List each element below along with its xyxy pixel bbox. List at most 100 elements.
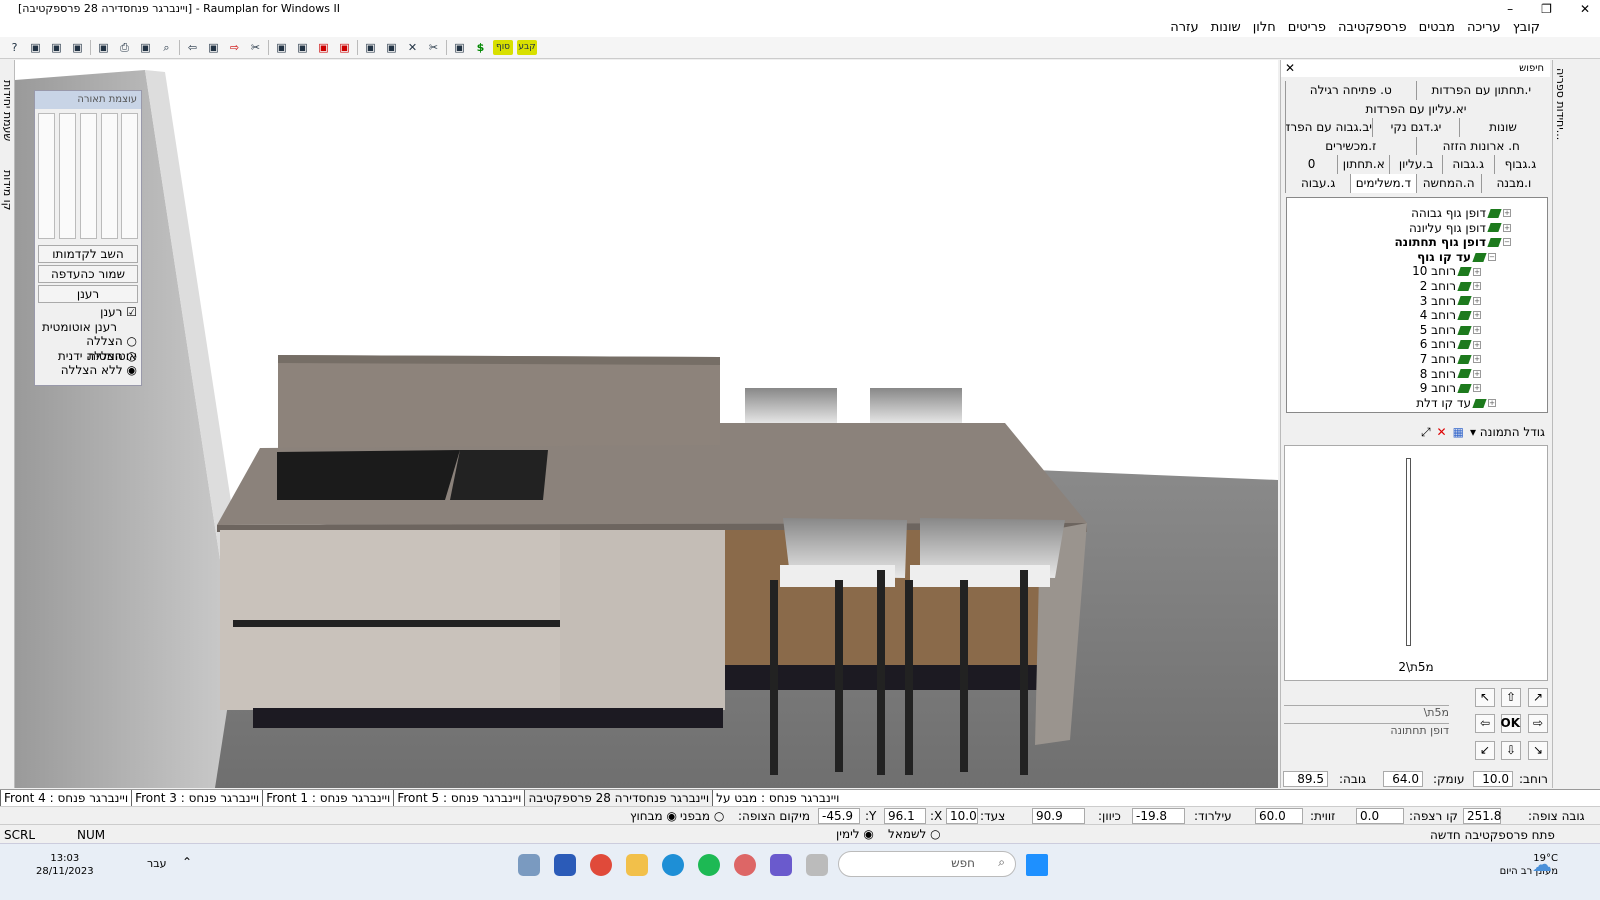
toolbar-end-button[interactable]: סוף	[493, 40, 513, 55]
ok-button[interactable]: OK	[1501, 714, 1521, 733]
export-icon[interactable]: ▣	[48, 40, 65, 55]
library-tab[interactable]: ב.עליון	[1389, 155, 1441, 174]
add-icon[interactable]: ▣	[383, 40, 400, 55]
cabinet2-icon[interactable]: ▣	[294, 40, 311, 55]
doc-tab[interactable]: ויינברגר פנחס : Front 3	[131, 790, 262, 806]
expand-icon[interactable]: +	[1473, 296, 1481, 305]
delete-icon[interactable]: ✕	[404, 40, 421, 55]
menu-misc[interactable]: שונות	[1211, 18, 1241, 37]
close-icon[interactable]: ✕	[1285, 60, 1295, 77]
library-tab[interactable]: י.תחתון עם הפרדות	[1415, 81, 1547, 100]
light-slider[interactable]	[101, 113, 118, 239]
start-button[interactable]	[1026, 854, 1048, 876]
move-left-button[interactable]: ⇦	[1475, 714, 1495, 733]
menu-window[interactable]: חלון	[1253, 18, 1276, 37]
tree-item[interactable]: רוחב 9 +	[1420, 381, 1481, 396]
cut-icon[interactable]: ✂	[247, 40, 264, 55]
minimize-button[interactable]: –	[1507, 0, 1513, 18]
expand-icon[interactable]: +	[1473, 340, 1481, 349]
menu-file[interactable]: קובץ	[1513, 18, 1540, 37]
expand-icon[interactable]: +	[1473, 267, 1481, 276]
menu-edit[interactable]: עריכה	[1467, 18, 1501, 37]
refresh-button[interactable]: רענן	[38, 285, 138, 303]
file-explorer-icon[interactable]	[626, 854, 648, 876]
color-icon[interactable]: ▣	[362, 40, 379, 55]
move-up-right-button[interactable]: ↗	[1528, 688, 1548, 707]
floor-field[interactable]: 0.0	[1356, 808, 1404, 824]
tools-icon[interactable]: ▣	[451, 40, 468, 55]
expand-icon[interactable]: +	[1473, 282, 1481, 291]
shading-none-radio[interactable]: ◉ ללא הצללה	[35, 363, 141, 378]
cabinet-icon[interactable]: ▣	[273, 40, 290, 55]
light-slider[interactable]	[121, 113, 138, 239]
tree-item[interactable]: רוחב 4 +	[1420, 308, 1481, 323]
eye-height-field[interactable]: 251.8	[1463, 808, 1501, 824]
zoom-icon[interactable]: ⌕	[158, 40, 175, 55]
spotify-icon[interactable]	[698, 854, 720, 876]
menu-help[interactable]: עזרה	[1170, 18, 1198, 37]
tree-item[interactable]: רוחב 10 +	[1412, 264, 1481, 279]
print-icon[interactable]: ⎙	[116, 40, 133, 55]
grid-icon[interactable]: ▣	[95, 40, 112, 55]
expand-icon[interactable]: +	[1503, 209, 1511, 218]
tree-item[interactable]: עד קו גוף −	[1417, 250, 1496, 265]
doc-tab[interactable]: ויינברגר פנחס : Front 5	[393, 790, 524, 806]
tab-dimension-line[interactable]: קו מידות	[1, 170, 14, 210]
toolbar-fix-button[interactable]: קבע	[517, 40, 537, 55]
angle-field[interactable]: 60.0	[1255, 808, 1303, 824]
delete-icon[interactable]: ✕	[1437, 425, 1447, 439]
dollar-icon[interactable]: $	[472, 40, 489, 55]
tree-item[interactable]: דופן גוף גבוהה +	[1411, 206, 1511, 221]
tree-item[interactable]: דופן גוף עליונה +	[1409, 221, 1511, 236]
tree-item[interactable]: רוחב 6 +	[1420, 337, 1481, 352]
task-view-icon[interactable]	[806, 854, 828, 876]
direction-field[interactable]: 90.9	[1032, 808, 1085, 824]
menu-perspective[interactable]: פרספקטיבה	[1338, 18, 1407, 37]
help-icon[interactable]: ?	[6, 40, 23, 55]
shading-manual-radio[interactable]: ○ הצללה ידנית	[35, 349, 141, 364]
light-slider[interactable]	[59, 113, 76, 239]
menu-views[interactable]: מבטים	[1419, 18, 1455, 37]
move-down-left-button[interactable]: ↙	[1475, 741, 1495, 760]
library-tab[interactable]: ז.מכשירים	[1285, 136, 1416, 156]
save-default-button[interactable]: שמור כהעדפה	[38, 265, 138, 283]
expand-icon[interactable]: +	[1503, 223, 1511, 232]
library-tab[interactable]: ט. פתיחה רגילה	[1285, 81, 1416, 100]
library-tab[interactable]: 0	[1284, 155, 1337, 174]
library-tab[interactable]: א.תחתון	[1337, 155, 1389, 174]
wall-icon[interactable]: ▣	[205, 40, 222, 55]
library-tab[interactable]: ח. ארונות הזזה	[1415, 136, 1547, 156]
close-button[interactable]: ✕	[1580, 0, 1590, 18]
doc-tab[interactable]: ויינברגר פנחס : מבט על	[712, 790, 842, 806]
word-icon[interactable]	[554, 854, 576, 876]
menu-items[interactable]: פריטים	[1288, 18, 1326, 37]
language-indicator[interactable]: עבר	[147, 857, 166, 870]
red-cabinet-icon[interactable]: ▣	[315, 40, 332, 55]
library-tab[interactable]: שונות	[1459, 118, 1546, 137]
light-slider[interactable]	[38, 113, 55, 239]
left-radio[interactable]: ○ לשמאל	[888, 826, 941, 842]
tree-item[interactable]: עד קו דלת +	[1416, 396, 1496, 411]
import-icon[interactable]: ▣	[27, 40, 44, 55]
tree-item[interactable]: דופן גוף תחתונה −	[1394, 235, 1511, 250]
library-tab[interactable]: ג.גבוה	[1441, 155, 1494, 174]
auto-refresh-checkbox[interactable]: ☑ רענן	[35, 305, 141, 320]
undo-arrow-icon[interactable]: ⇦	[184, 40, 201, 55]
library-tab[interactable]: ה.המחשה	[1415, 173, 1481, 193]
doc-tab[interactable]: ויינברגר פנחס : Front 1	[262, 790, 393, 806]
scissors-icon[interactable]: ✂	[425, 40, 442, 55]
box-icon[interactable]: ▣	[69, 40, 86, 55]
far-right-tab[interactable]: יחידות ספריה...	[1552, 60, 1568, 788]
tray-chevron-icon[interactable]: ⌃	[182, 855, 192, 869]
library-tab[interactable]: יא.עליון עם הפרדות	[1285, 99, 1546, 119]
expand-icon[interactable]: +	[1473, 311, 1481, 320]
inside-radio[interactable]: ○ מבפני	[680, 808, 724, 824]
collapse-icon[interactable]: −	[1488, 253, 1496, 262]
taskbar-search[interactable]: חפש ⌕	[838, 851, 1016, 877]
teams-icon[interactable]	[770, 854, 792, 876]
library-tab[interactable]: ד.משלימים	[1350, 173, 1416, 193]
redo-arrow-icon[interactable]: ⇨	[226, 40, 243, 55]
tab-units[interactable]: שעמת יחידות	[1, 80, 14, 141]
view-icon[interactable]: ▦	[1453, 425, 1464, 439]
tree-item[interactable]: רוחב 8 +	[1420, 367, 1481, 382]
